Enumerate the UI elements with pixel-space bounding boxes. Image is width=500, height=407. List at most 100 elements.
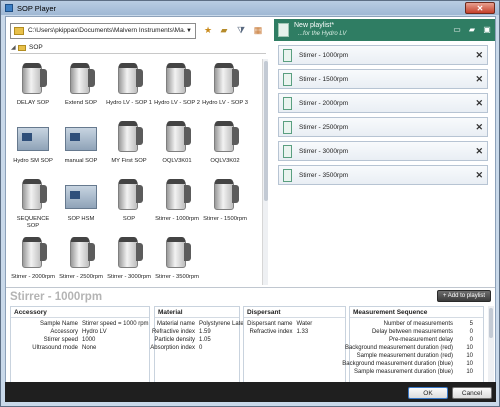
playlist-item[interactable]: Stirrer - 1500rpm ✕ xyxy=(278,69,488,89)
ok-button[interactable]: OK xyxy=(408,387,448,399)
app-icon xyxy=(5,4,13,12)
sop-tile[interactable]: Stirrer - 2000rpm xyxy=(10,235,56,281)
hydro-lv-icon xyxy=(158,119,196,157)
folder-label: SOP xyxy=(29,44,43,51)
property-value: 10 xyxy=(466,345,473,351)
sop-tile[interactable]: Stirrer - 1000rpm xyxy=(154,177,200,223)
remove-item-icon[interactable]: ✕ xyxy=(475,122,483,133)
title-bar[interactable]: SOP Player ✕ xyxy=(1,1,499,15)
sop-tile[interactable]: SOP xyxy=(106,177,152,223)
tile-scrollbar[interactable] xyxy=(262,59,268,285)
sop-browser-pane: C:\Users\pkippax\Documents\Malvern Instr… xyxy=(8,19,270,285)
collapse-icon[interactable]: ◢ xyxy=(11,44,16,51)
star-icon[interactable]: ★ xyxy=(202,24,214,36)
playlist-item[interactable]: Stirrer - 3000rpm ✕ xyxy=(278,141,488,161)
sop-tile[interactable]: Hydro LV - SOP 1 xyxy=(106,61,152,107)
add-to-playlist-button[interactable]: + Add to playlist xyxy=(437,290,491,302)
property-name: Sample Name xyxy=(39,321,78,327)
new-playlist-icon[interactable]: ▭ xyxy=(452,25,462,35)
playlist-item[interactable]: Stirrer - 1000rpm ✕ xyxy=(278,45,488,65)
hydro-lv-icon xyxy=(110,177,148,215)
property-row: Stirrer speed 1000 xyxy=(11,336,149,344)
sop-tile[interactable]: Stirrer - 3500rpm xyxy=(154,235,200,281)
sop-tile[interactable]: OQLV3K02 xyxy=(202,119,248,165)
dialog-client: C:\Users\pkippax\Documents\Malvern Instr… xyxy=(5,16,496,402)
hydro-sm-icon xyxy=(14,119,52,157)
folder-icon xyxy=(18,45,26,51)
sop-tile[interactable]: OQLV3K01 xyxy=(154,119,200,165)
divider xyxy=(350,317,483,318)
new-folder-icon[interactable]: ▰ xyxy=(218,24,230,36)
sop-document-icon xyxy=(283,121,292,134)
sop-tile[interactable]: Extend SOP xyxy=(58,61,104,107)
divider xyxy=(155,317,239,318)
playlist-subtitle: ...for the Hydro LV xyxy=(298,31,347,37)
open-folder-icon[interactable]: ▰ xyxy=(467,25,477,35)
property-value: 1000 xyxy=(82,337,96,343)
hydro-lv-icon xyxy=(206,61,244,99)
property-value: 0 xyxy=(469,329,473,335)
dialog-footer: OK Cancel xyxy=(5,382,496,402)
scrollbar-thumb[interactable] xyxy=(264,61,268,201)
sop-document-icon xyxy=(283,145,292,158)
property-row: Background measurement duration (blue) 10 xyxy=(342,360,483,368)
sop-tile-label: Stirrer - 1500rpm xyxy=(203,216,247,222)
save-icon[interactable]: ▣ xyxy=(482,25,492,35)
sop-tile[interactable]: Stirrer - 3000rpm xyxy=(106,235,152,281)
sop-tile[interactable]: Stirrer - 2500rpm xyxy=(58,235,104,281)
property-row: Ultrasound mode None xyxy=(11,344,149,352)
sop-tile-grid: DELAY SOP Extend SOP Hydro LV - SOP 1 Hydro… xyxy=(8,59,260,285)
property-value: 10 xyxy=(466,361,473,367)
sop-tile[interactable]: SOP HSM xyxy=(58,177,104,223)
sop-tile-label: Hydro SM SOP xyxy=(13,158,53,164)
view-icon[interactable]: ▦ xyxy=(252,24,264,36)
window-title: SOP Player xyxy=(17,4,57,13)
remove-item-icon[interactable]: ✕ xyxy=(475,170,483,181)
sop-tile[interactable]: Hydro LV - SOP 3 xyxy=(202,61,248,107)
sop-details-panel: Stirrer - 1000rpm + Add to playlist Acce… xyxy=(6,287,495,397)
close-window-button[interactable]: ✕ xyxy=(465,2,495,14)
playlist-item[interactable]: Stirrer - 3500rpm ✕ xyxy=(278,165,488,185)
property-value: 10 xyxy=(466,353,473,359)
filter-icon[interactable]: ⧩ xyxy=(235,24,247,36)
hydro-sm-icon xyxy=(62,119,100,157)
hydro-sm-icon xyxy=(62,177,100,215)
remove-item-icon[interactable]: ✕ xyxy=(475,50,483,61)
playlist-item[interactable]: Stirrer - 2500rpm ✕ xyxy=(278,117,488,137)
sop-tile[interactable]: SEQUENCE SOP xyxy=(10,177,56,230)
remove-item-icon[interactable]: ✕ xyxy=(475,74,483,85)
property-value: 10 xyxy=(466,369,473,375)
sop-tile-label: Hydro LV - SOP 2 xyxy=(154,100,200,106)
sop-tile[interactable]: Stirrer - 1500rpm xyxy=(202,177,248,223)
playlist-item-label: Stirrer - 3000rpm xyxy=(299,148,349,155)
section-heading: Material xyxy=(158,309,183,316)
sop-tile[interactable]: MY First SOP xyxy=(106,119,152,165)
selected-sop-title: Stirrer - 1000rpm xyxy=(10,291,103,303)
property-row: Refractive index 1.33 xyxy=(244,328,345,336)
path-combobox[interactable]: C:\Users\pkippax\Documents\Malvern Instr… xyxy=(10,23,196,39)
cancel-button[interactable]: Cancel xyxy=(452,387,492,399)
property-name: Ultrasound mode xyxy=(32,345,78,351)
property-name: Sample measurement duration (red) xyxy=(356,353,453,359)
playlist-item-label: Stirrer - 2000rpm xyxy=(299,100,349,107)
scrollbar-thumb[interactable] xyxy=(489,308,493,338)
chevron-down-icon[interactable]: ▼ xyxy=(184,25,194,37)
property-row: Dispersant name Water xyxy=(244,320,345,328)
section-heading: Dispersant xyxy=(247,309,281,316)
sop-player-window: SOP Player ✕ C:\Users\pkippax\Documents\… xyxy=(0,0,500,407)
sop-tile[interactable]: Hydro LV - SOP 2 xyxy=(154,61,200,107)
playlist-item[interactable]: Stirrer - 2000rpm ✕ xyxy=(278,93,488,113)
hydro-lv-icon xyxy=(110,235,148,273)
remove-item-icon[interactable]: ✕ xyxy=(475,146,483,157)
sop-folder-header[interactable]: ◢ SOP xyxy=(10,43,266,54)
sop-tile-label: OQLV3K02 xyxy=(210,158,240,164)
sop-document-icon xyxy=(283,97,292,110)
property-name: Delay between measurements xyxy=(371,329,453,335)
sop-tile[interactable]: Hydro SM SOP xyxy=(10,119,56,165)
sop-tile[interactable]: DELAY SOP xyxy=(10,61,56,107)
remove-item-icon[interactable]: ✕ xyxy=(475,98,483,109)
property-name: Absorption index xyxy=(150,345,195,351)
hydro-lv-icon xyxy=(158,235,196,273)
property-value: Stirrer speed = 1000 rpm xyxy=(82,321,149,327)
sop-tile[interactable]: manual SOP xyxy=(58,119,104,165)
